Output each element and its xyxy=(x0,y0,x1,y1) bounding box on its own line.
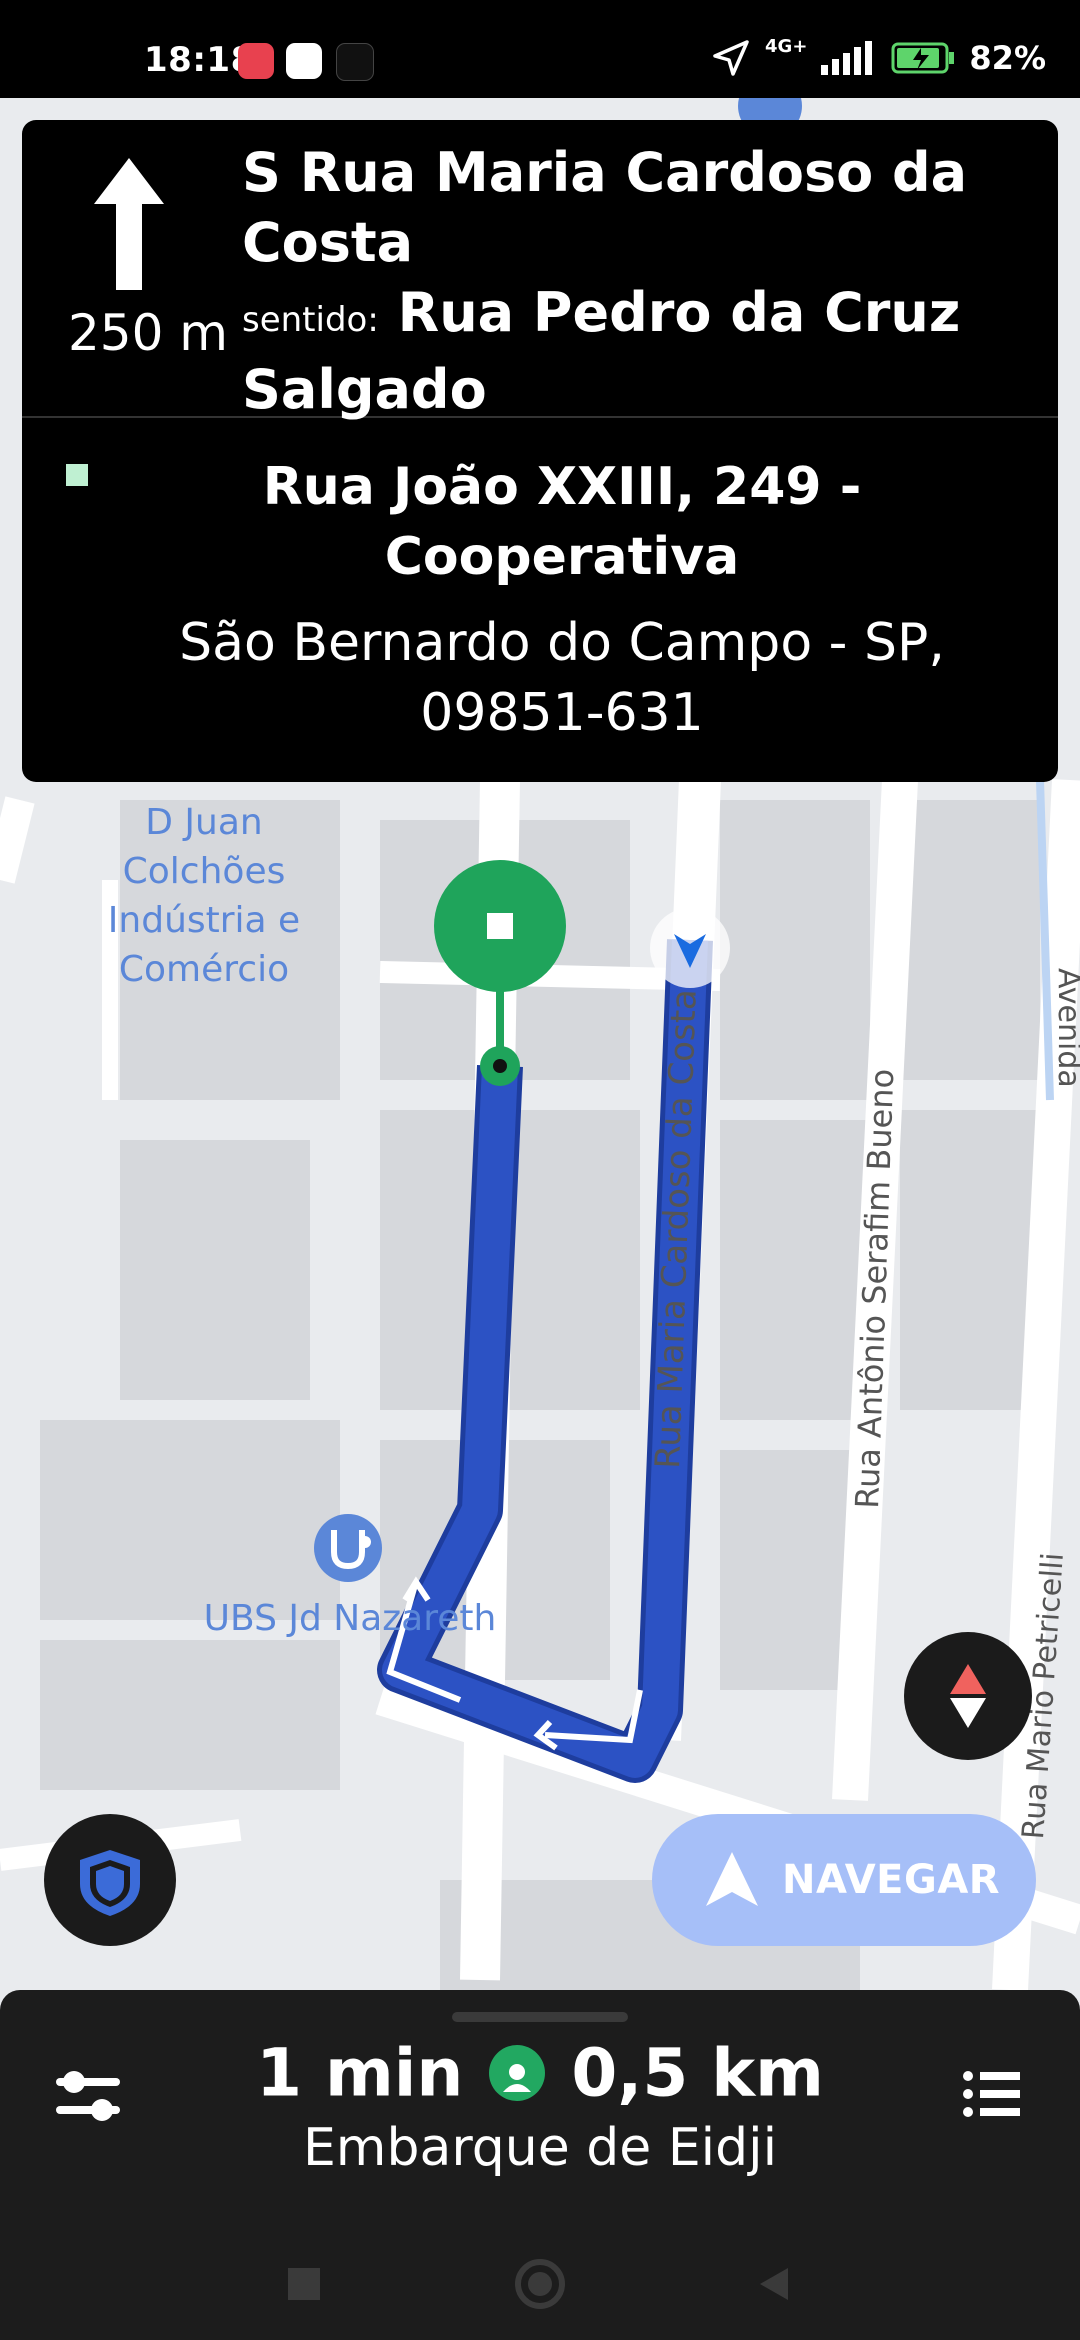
instruction-toward: sentido: Rua Pedro da Cruz Salgado xyxy=(242,278,1032,425)
trip-bottom-sheet[interactable]: 1 min 0,5 km Embarque de Eidji xyxy=(0,1990,1080,2340)
destination-square-icon xyxy=(66,464,88,486)
turn-distance: 250 m xyxy=(67,304,229,362)
shield-icon xyxy=(80,1850,140,1916)
rider-icon xyxy=(489,2044,546,2101)
trip-summary: 1 min 0,5 km xyxy=(0,2030,1080,2111)
status-bar: 18:18 4G+ 82% xyxy=(0,0,1080,98)
toward-prefix: sentido: xyxy=(242,300,379,340)
status-right: 4G+ 82% xyxy=(711,35,1046,78)
poi-label-colchoes[interactable]: D Juan Colchões Indústria e Comércio xyxy=(84,798,324,994)
turn-instruction: 250 m S Rua Maria Cardoso da Costa senti… xyxy=(22,120,1058,421)
square-nav-icon[interactable] xyxy=(284,2264,324,2304)
navigate-button[interactable]: NAVEGAR xyxy=(652,1814,1036,1946)
destination-info: Rua João XXIII, 249 - Cooperativa São Be… xyxy=(22,418,1058,782)
battery-percent: 82% xyxy=(969,39,1046,77)
poi-label-ubs[interactable]: UBS Jd Nazareth xyxy=(170,1594,530,1643)
compass-button[interactable] xyxy=(904,1632,1032,1760)
list-icon[interactable] xyxy=(962,2064,1022,2124)
destination-city: São Bernardo do Campo - SP, 09851-631 xyxy=(179,613,945,743)
sheet-grabber[interactable] xyxy=(452,2012,628,2022)
compass-icon xyxy=(950,1664,986,1728)
safety-toolkit-button[interactable] xyxy=(44,1814,176,1946)
navigation-instruction-card[interactable]: 250 m S Rua Maria Cardoso da Costa senti… xyxy=(22,120,1058,782)
turn-straight-arrow-icon xyxy=(94,158,164,290)
app-notification-icon xyxy=(286,43,322,79)
signal-icon xyxy=(821,41,873,75)
app-notification-icon xyxy=(238,43,274,79)
system-navigation-bar xyxy=(0,2240,1080,2340)
pickup-label: Embarque de Eidji xyxy=(302,2118,778,2178)
destination-address: Rua João XXIII, 249 - Cooperativa xyxy=(262,457,862,587)
trip-distance: 0,5 km xyxy=(571,2034,824,2112)
navigate-button-label: NAVEGAR xyxy=(782,1857,1001,1903)
instruction-street: S Rua Maria Cardoso da Costa xyxy=(242,141,968,274)
network-type: 4G+ xyxy=(765,35,808,57)
home-nav-icon[interactable] xyxy=(512,2256,568,2312)
eta-time: 1 min xyxy=(256,2034,464,2112)
location-icon xyxy=(713,40,749,76)
street-label-avenida: Avenida xyxy=(1051,968,1080,1088)
navigate-arrow-icon xyxy=(706,1852,758,1906)
battery-icon xyxy=(891,42,955,74)
back-nav-icon[interactable] xyxy=(754,2264,794,2304)
uber-notification-icon xyxy=(336,43,374,81)
